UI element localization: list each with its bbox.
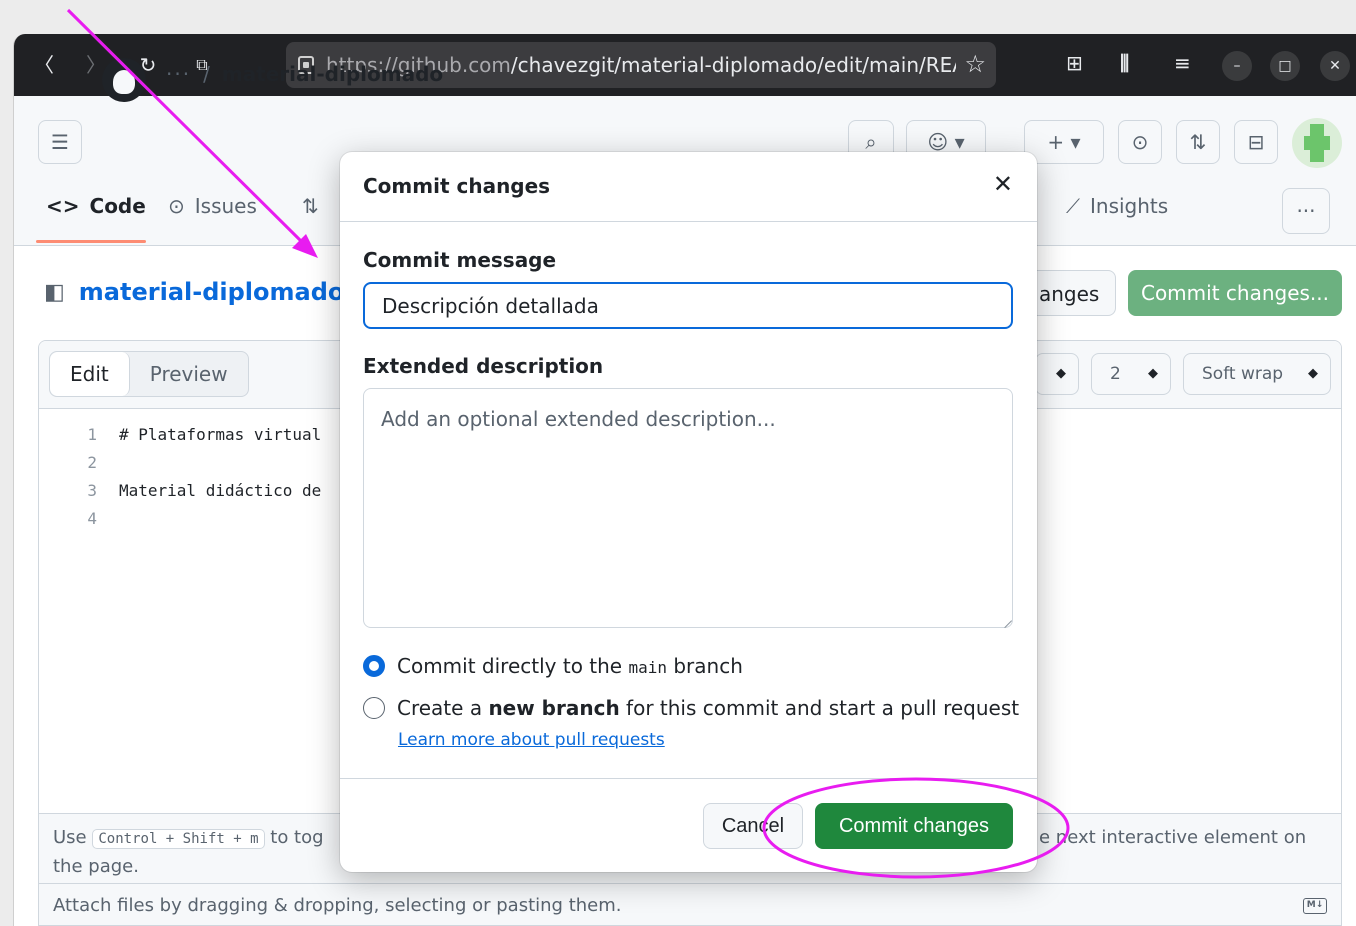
extended-description-label: Extended description: [363, 354, 604, 378]
minimize-icon[interactable]: –: [1222, 51, 1252, 81]
option-new-branch[interactable]: Create a new branch for this commit and …: [363, 696, 1019, 720]
tab-preview[interactable]: Preview: [130, 352, 248, 396]
tab-pull-requests[interactable]: ⇅: [302, 194, 319, 218]
code-icon: <>: [46, 194, 80, 218]
keyboard-shortcut: Control + Shift + m: [92, 829, 265, 849]
code-line: 1 # Plataformas virtual: [87, 425, 322, 444]
active-tab-indicator: [36, 240, 146, 243]
breadcrumb-repo[interactable]: material-diplomado: [79, 278, 345, 306]
hamburger-icon[interactable]: ☰: [38, 120, 82, 164]
tab-code[interactable]: <> Code: [46, 194, 146, 218]
code-line: 4: [87, 509, 97, 528]
commit-dialog: Commit changes ✕ Commit message Extended…: [340, 152, 1037, 872]
breadcrumb: ◧ material-diplomado /: [44, 278, 366, 306]
back-icon[interactable]: 〈: [30, 51, 58, 79]
code-line: 2: [87, 453, 97, 472]
insights-icon: ⟋: [1066, 194, 1080, 218]
wrap-mode-select[interactable]: Soft wrap ◆: [1183, 353, 1331, 395]
option-commit-direct[interactable]: Commit directly to the main branch: [363, 654, 743, 678]
menu-icon[interactable]: ≡: [1174, 51, 1191, 75]
commit-changes-button[interactable]: Commit changes: [815, 803, 1013, 849]
commit-message-label: Commit message: [363, 248, 557, 272]
repo-name[interactable]: material-diplomado: [222, 62, 443, 86]
code-line: 3 Material didáctico de: [87, 481, 322, 500]
maximize-icon[interactable]: □: [1270, 51, 1300, 81]
pull-request-tab-icon: ⇅: [302, 194, 319, 218]
library-icon[interactable]: ⫼: [1120, 51, 1129, 75]
radio-new-branch[interactable]: [363, 697, 385, 719]
markdown-icon: M↓: [1303, 898, 1327, 914]
dialog-title: Commit changes: [363, 174, 551, 198]
dialog-header: Commit changes ✕: [340, 152, 1037, 222]
extensions-icon[interactable]: ⊞: [1066, 51, 1083, 75]
more-icon[interactable]: ···: [1282, 188, 1330, 234]
sidebar-toggle-icon[interactable]: ◧: [44, 280, 65, 305]
issues-icon[interactable]: ⊙: [1118, 120, 1162, 164]
learn-more-link[interactable]: Learn more about pull requests: [398, 730, 665, 750]
indent-size-select[interactable]: 2 ◆: [1091, 353, 1171, 395]
dialog-footer: Cancel Commit changes: [340, 778, 1037, 872]
github-logo[interactable]: [102, 58, 146, 102]
extended-description-input[interactable]: [363, 388, 1013, 628]
attach-files-bar[interactable]: Attach files by dragging & dropping, sel…: [39, 883, 1341, 925]
tab-issues[interactable]: ⊙ Issues: [168, 194, 257, 218]
commit-changes-top-button[interactable]: Commit changes...: [1128, 270, 1342, 316]
avatar[interactable]: [1292, 118, 1342, 168]
radio-direct[interactable]: [363, 655, 385, 677]
pull-request-icon[interactable]: ⇅: [1176, 120, 1220, 164]
tab-edit[interactable]: Edit: [50, 352, 130, 396]
issues-tab-icon: ⊙: [168, 194, 185, 218]
more-dots-icon[interactable]: ···: [166, 62, 191, 86]
repo-title: ··· / material-diplomado: [166, 62, 444, 86]
mode-toggle: Edit Preview: [49, 351, 249, 397]
code-area[interactable]: 1 # Plataformas virtual 2 3 Material didác…: [39, 421, 321, 533]
close-icon[interactable]: ✕: [1320, 51, 1350, 81]
star-icon[interactable]: ☆: [964, 50, 986, 78]
modal-close-icon[interactable]: ✕: [993, 170, 1013, 198]
tab-insights[interactable]: ⟋ Insights: [1066, 194, 1168, 218]
inbox-icon[interactable]: ⊟: [1234, 120, 1278, 164]
indent-mode-select[interactable]: ◆: [1035, 353, 1079, 395]
commit-message-input[interactable]: [363, 282, 1013, 329]
cancel-button[interactable]: Cancel: [703, 803, 803, 849]
